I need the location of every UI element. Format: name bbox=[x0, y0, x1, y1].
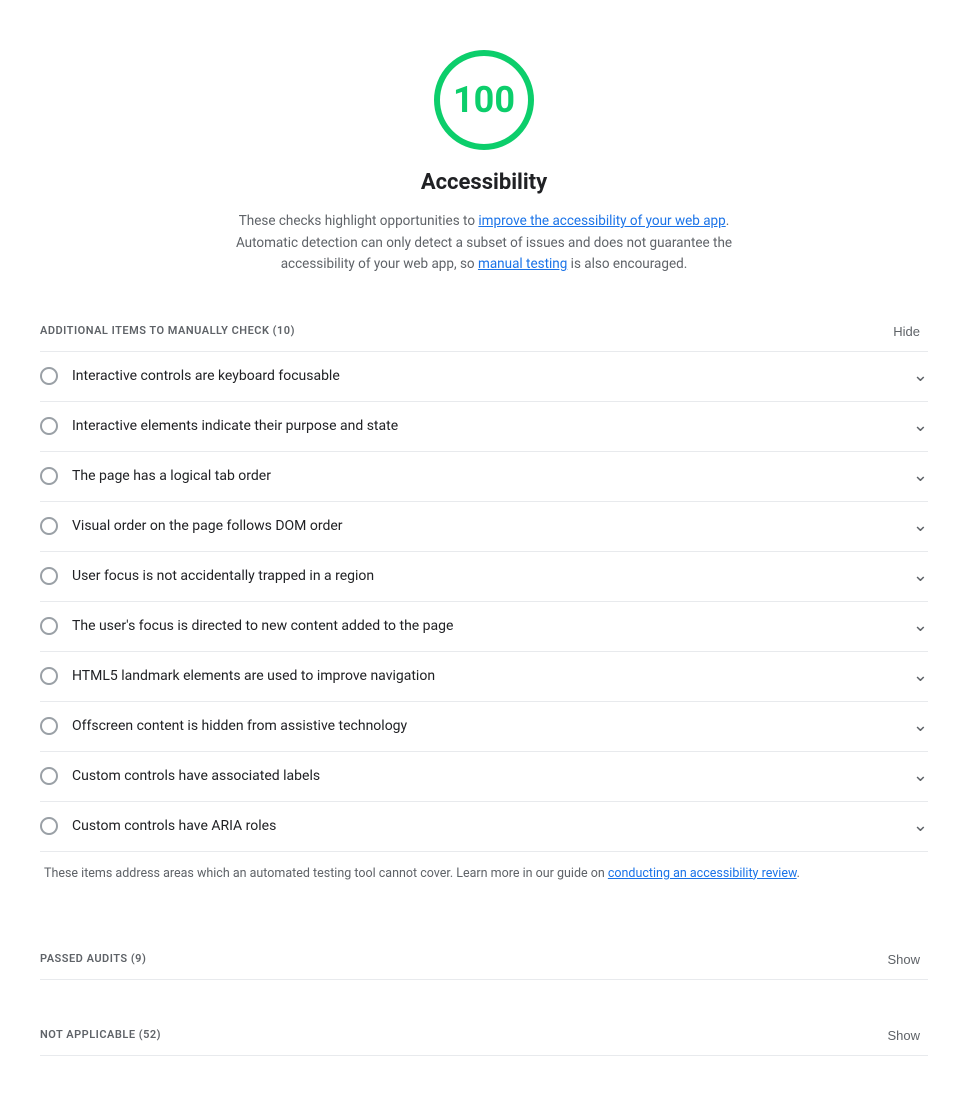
audit-item-6[interactable]: The user's focus is directed to new cont… bbox=[40, 602, 928, 652]
manual-check-section-header: ADDITIONAL ITEMS TO MANUALLY CHECK (10) … bbox=[40, 296, 928, 352]
note-part2: . bbox=[797, 866, 800, 881]
audit-label-9: Custom controls have associated labels bbox=[72, 766, 320, 787]
audit-item-8[interactable]: Offscreen content is hidden from assisti… bbox=[40, 702, 928, 752]
passed-show-button[interactable]: Show bbox=[879, 948, 928, 971]
not-applicable-section-header: NOT APPLICABLE (52) Show bbox=[40, 1000, 928, 1056]
score-desc-part1: These checks highlight opportunities to bbox=[239, 213, 479, 229]
audit-label-2: Interactive elements indicate their purp… bbox=[72, 416, 398, 437]
audit-status-icon-3 bbox=[40, 467, 58, 485]
audit-label-6: The user's focus is directed to new cont… bbox=[72, 616, 453, 637]
audit-label-10: Custom controls have ARIA roles bbox=[72, 816, 276, 837]
score-value: 100 bbox=[453, 73, 515, 127]
score-circle: 100 bbox=[434, 50, 534, 150]
audit-item-6-left: The user's focus is directed to new cont… bbox=[40, 616, 453, 637]
score-section: 100 Accessibility These checks highlight… bbox=[40, 20, 928, 296]
not-applicable-section-title: NOT APPLICABLE (52) bbox=[40, 1027, 161, 1044]
audit-item-10-left: Custom controls have ARIA roles bbox=[40, 816, 276, 837]
passed-section-title: PASSED AUDITS (9) bbox=[40, 951, 146, 968]
audit-label-4: Visual order on the page follows DOM ord… bbox=[72, 516, 343, 537]
audit-item-9-left: Custom controls have associated labels bbox=[40, 766, 320, 787]
manual-check-note: These items address areas which an autom… bbox=[40, 852, 928, 904]
audit-status-icon-8 bbox=[40, 717, 58, 735]
chevron-icon-9: ⌄ bbox=[913, 767, 928, 785]
improve-accessibility-link[interactable]: improve the accessibility of your web ap… bbox=[478, 213, 725, 229]
manual-check-label: ADDITIONAL ITEMS TO MANUALLY CHECK bbox=[40, 324, 269, 337]
chevron-icon-4: ⌄ bbox=[913, 517, 928, 535]
audit-label-7: HTML5 landmark elements are used to impr… bbox=[72, 666, 435, 687]
audit-item-4-left: Visual order on the page follows DOM ord… bbox=[40, 516, 343, 537]
audit-item-8-left: Offscreen content is hidden from assisti… bbox=[40, 716, 407, 737]
page-container: 100 Accessibility These checks highlight… bbox=[0, 0, 968, 1096]
audit-item-2[interactable]: Interactive elements indicate their purp… bbox=[40, 402, 928, 452]
audit-item-4[interactable]: Visual order on the page follows DOM ord… bbox=[40, 502, 928, 552]
chevron-icon-8: ⌄ bbox=[913, 717, 928, 735]
audit-item-1-left: Interactive controls are keyboard focusa… bbox=[40, 366, 340, 387]
score-description: These checks highlight opportunities to … bbox=[234, 211, 734, 276]
passed-label: PASSED AUDITS bbox=[40, 952, 128, 965]
audit-label-5: User focus is not accidentally trapped i… bbox=[72, 566, 374, 587]
chevron-icon-5: ⌄ bbox=[913, 567, 928, 585]
chevron-icon-1: ⌄ bbox=[913, 367, 928, 385]
audit-list: Interactive controls are keyboard focusa… bbox=[40, 352, 928, 852]
chevron-icon-2: ⌄ bbox=[913, 417, 928, 435]
audit-label-3: The page has a logical tab order bbox=[72, 466, 271, 487]
passed-section: PASSED AUDITS (9) Show bbox=[40, 924, 928, 980]
note-part1: These items address areas which an autom… bbox=[44, 866, 608, 881]
chevron-icon-6: ⌄ bbox=[913, 617, 928, 635]
audit-status-icon-9 bbox=[40, 767, 58, 785]
chevron-icon-10: ⌄ bbox=[913, 817, 928, 835]
manual-check-count: (10) bbox=[273, 324, 295, 337]
manual-testing-link[interactable]: manual testing bbox=[478, 256, 567, 272]
not-applicable-label: NOT APPLICABLE bbox=[40, 1028, 136, 1041]
audit-status-icon-7 bbox=[40, 667, 58, 685]
passed-section-header: PASSED AUDITS (9) Show bbox=[40, 924, 928, 980]
audit-status-icon-2 bbox=[40, 417, 58, 435]
audit-item-7-left: HTML5 landmark elements are used to impr… bbox=[40, 666, 435, 687]
chevron-icon-3: ⌄ bbox=[913, 467, 928, 485]
audit-item-5-left: User focus is not accidentally trapped i… bbox=[40, 566, 374, 587]
audit-item-10[interactable]: Custom controls have ARIA roles ⌄ bbox=[40, 802, 928, 851]
audit-status-icon-1 bbox=[40, 367, 58, 385]
passed-count: (9) bbox=[131, 952, 146, 965]
manual-check-section-title: ADDITIONAL ITEMS TO MANUALLY CHECK (10) bbox=[40, 323, 295, 340]
audit-item-1[interactable]: Interactive controls are keyboard focusa… bbox=[40, 352, 928, 402]
audit-status-icon-4 bbox=[40, 517, 58, 535]
audit-label-1: Interactive controls are keyboard focusa… bbox=[72, 366, 340, 387]
accessibility-review-link[interactable]: conducting an accessibility review bbox=[608, 866, 797, 881]
audit-item-3-left: The page has a logical tab order bbox=[40, 466, 271, 487]
not-applicable-count: (52) bbox=[139, 1028, 161, 1041]
manual-check-hide-button[interactable]: Hide bbox=[885, 320, 928, 343]
chevron-icon-7: ⌄ bbox=[913, 667, 928, 685]
audit-item-9[interactable]: Custom controls have associated labels ⌄ bbox=[40, 752, 928, 802]
audit-item-7[interactable]: HTML5 landmark elements are used to impr… bbox=[40, 652, 928, 702]
not-applicable-section: NOT APPLICABLE (52) Show bbox=[40, 1000, 928, 1056]
score-desc-part3: is also encouraged. bbox=[567, 256, 687, 272]
audit-item-5[interactable]: User focus is not accidentally trapped i… bbox=[40, 552, 928, 602]
audit-status-icon-10 bbox=[40, 817, 58, 835]
audit-status-icon-6 bbox=[40, 617, 58, 635]
audit-item-3[interactable]: The page has a logical tab order ⌄ bbox=[40, 452, 928, 502]
audit-status-icon-5 bbox=[40, 567, 58, 585]
not-applicable-show-button[interactable]: Show bbox=[879, 1024, 928, 1047]
audit-label-8: Offscreen content is hidden from assisti… bbox=[72, 716, 407, 737]
score-title: Accessibility bbox=[421, 166, 547, 199]
audit-item-2-left: Interactive elements indicate their purp… bbox=[40, 416, 398, 437]
